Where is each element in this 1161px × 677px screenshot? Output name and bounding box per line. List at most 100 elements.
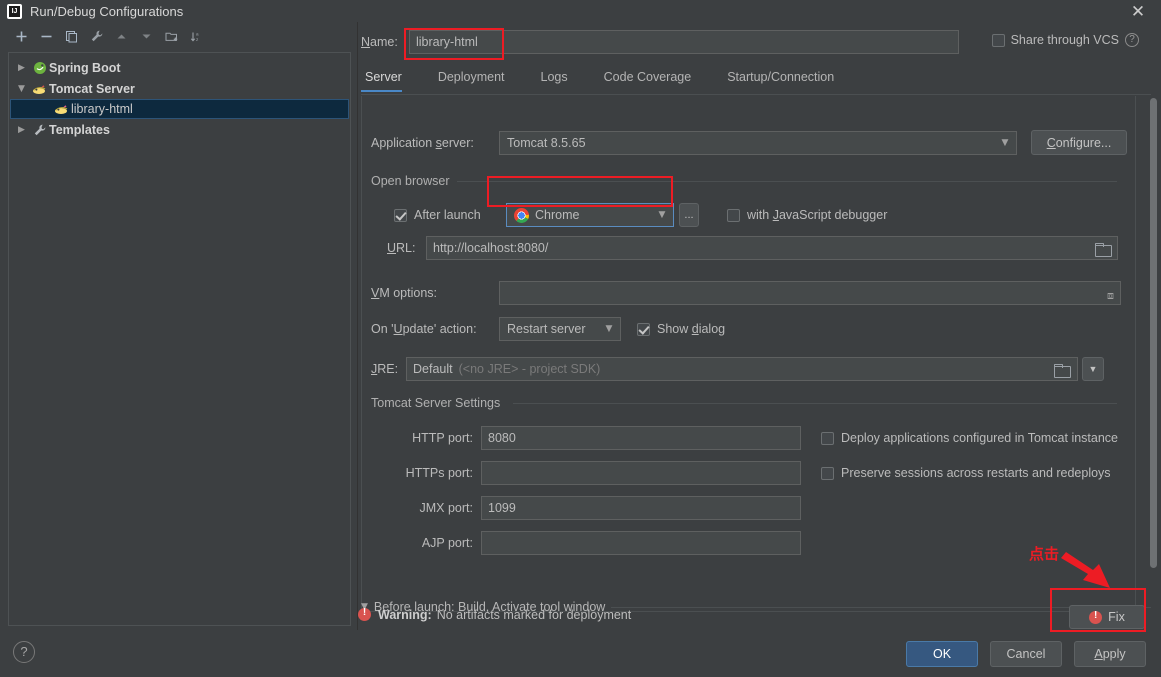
warning-message: No artifacts marked for deployment [436,607,632,622]
copy-configuration-button[interactable] [60,25,83,47]
arrow-up-icon[interactable] [110,25,133,47]
name-input[interactable] [409,30,959,54]
js-debugger-checkbox[interactable] [727,208,740,222]
arrow-down-icon[interactable] [135,25,158,47]
deploy-apps-label: Deploy applications configured in Tomcat… [841,431,1119,445]
apply-button-label: Apply [1094,647,1126,661]
application-server-row: Application server: Tomcat 8.5.65 ▼ Conf… [371,130,1127,155]
share-vcs-label: Share through VCS [1010,33,1119,47]
tree-item-spring-boot[interactable]: ▶ Spring Boot [9,57,350,78]
jre-dropdown-button[interactable]: ▼ [1082,357,1104,381]
name-label: Name: [361,35,398,49]
wrench-icon [30,123,49,137]
content-scrollbar[interactable] [1148,96,1159,616]
tree-item-tomcat-server[interactable]: ▼ Tomcat Server [9,78,350,99]
svg-text:z: z [196,37,199,42]
dialog-action-buttons: OK Cancel Apply [906,641,1146,667]
folder-icon[interactable] [1054,364,1071,378]
application-server-value: Tomcat 8.5.65 [507,135,586,150]
application-server-label: Application server: [371,135,474,150]
ellipsis-icon: ... [684,209,694,221]
ajp-port-input[interactable] [481,531,801,555]
application-server-combo[interactable]: Tomcat 8.5.65 ▼ [499,130,1017,155]
https-port-label: HTTPs port: [405,466,473,480]
tab-label: Deployment [437,70,505,84]
preserve-sessions-label: Preserve sessions across restarts and re… [841,466,1111,480]
folder-add-icon[interactable] [160,25,183,47]
browser-browse-button[interactable]: ... [679,203,699,227]
jre-input[interactable]: Default (<no JRE> - project SDK) [406,357,1078,381]
vm-options-input[interactable]: ⧈ [499,281,1121,305]
tab-separator [361,94,1151,95]
configure-button[interactable]: Configure... [1031,130,1127,155]
window-titlebar: Run/Debug Configurations [0,0,1161,22]
tomcat-settings-group-label: Tomcat Server Settings [371,396,507,410]
tab-code-coverage[interactable]: Code Coverage [600,64,708,92]
tree-item-label: library-html [71,102,133,116]
sort-az-icon[interactable]: az [185,25,208,47]
apply-button[interactable]: Apply [1074,641,1146,667]
jmx-port-value: 1099 [488,501,516,515]
warning-bar: Warning: No artifacts marked for deploym… [358,598,1161,631]
share-vcs-checkbox[interactable] [991,33,1005,47]
deploy-apps-checkbox[interactable] [821,431,834,445]
http-port-input[interactable]: 8080 [481,426,801,450]
preserve-sessions-checkbox[interactable] [821,466,834,480]
ajp-port-label: AJP port: [421,536,473,550]
http-port-label: HTTP port: [412,431,473,445]
tab-deployment[interactable]: Deployment [434,64,521,92]
on-update-action-label: On 'Update' action: [371,322,477,336]
on-update-action-combo[interactable]: Restart server ▼ [499,317,621,341]
after-launch-label: After launch [414,208,481,222]
chevron-right-icon[interactable]: ▶ [13,125,30,135]
help-button[interactable]: ? [13,641,35,663]
annotation-arrow-icon [1061,552,1110,588]
add-configuration-button[interactable] [10,25,33,47]
tab-label: Logs [540,70,568,84]
close-icon[interactable]: ✕ [1125,2,1151,22]
cancel-button[interactable]: Cancel [990,641,1062,667]
chevron-right-icon[interactable]: ▶ [13,63,30,73]
tomcat-icon [30,82,49,96]
after-launch-checkbox[interactable] [394,208,407,222]
configurations-tree[interactable]: ▶ Spring Boot ▼ Tomcat Server library-ht… [8,52,351,626]
tab-server[interactable]: Server [361,64,418,92]
scrollbar-thumb[interactable] [1150,98,1157,568]
editor-tabs: Server Deployment Logs Code Coverage Sta… [361,64,866,92]
configurations-sidebar: az ▶ Spring Boot ▼ Tomcat Server library… [0,22,358,630]
fix-button-label: Fix [1108,610,1125,624]
configure-button-label: Configure... [1046,135,1112,150]
tree-item-library-html[interactable]: library-html [10,99,349,119]
https-port-input[interactable] [481,461,801,485]
tree-item-templates[interactable]: ▶ Templates [9,119,350,140]
chevron-down-icon[interactable]: ▼ [994,138,1016,148]
ajp-port-row: AJP port: [391,531,801,555]
fix-button[interactable]: Fix [1069,605,1145,629]
url-row: URL: http://localhost:8080/ [387,236,1118,260]
wrench-icon[interactable] [85,25,108,47]
folder-icon[interactable] [1095,243,1112,257]
open-browser-group-line [457,181,1117,182]
question-mark-icon[interactable]: ? [1125,33,1139,47]
browser-combo[interactable]: Chrome ▼ [506,203,674,227]
configuration-editor-panel: Name: Share through VCS ? Server Deploym… [358,22,1161,630]
dialog-footer: ? OK Cancel Apply [0,631,1161,677]
show-dialog-checkbox[interactable] [637,322,650,336]
ok-button[interactable]: OK [906,641,978,667]
remove-configuration-button[interactable] [35,25,58,47]
url-input[interactable]: http://localhost:8080/ [426,236,1118,260]
error-circle-icon [358,607,371,621]
jmx-port-input[interactable]: 1099 [481,496,801,520]
tab-logs[interactable]: Logs [537,64,584,92]
svg-text:a: a [196,31,199,36]
expand-arrows-icon[interactable]: ⧈ [1107,285,1114,307]
tab-startup-connection[interactable]: Startup/Connection [723,64,850,92]
share-vcs-row: Share through VCS ? [991,33,1139,47]
jre-hint: (<no JRE> - project SDK) [458,362,601,376]
warning-prefix: Warning: [378,607,432,622]
tomcat-settings-group-line [513,403,1117,404]
chevron-down-icon[interactable]: ▼ [598,324,620,334]
cancel-button-label: Cancel [1006,647,1046,661]
chevron-down-icon[interactable]: ▼ [13,84,30,94]
chevron-down-icon[interactable]: ▼ [651,210,673,220]
